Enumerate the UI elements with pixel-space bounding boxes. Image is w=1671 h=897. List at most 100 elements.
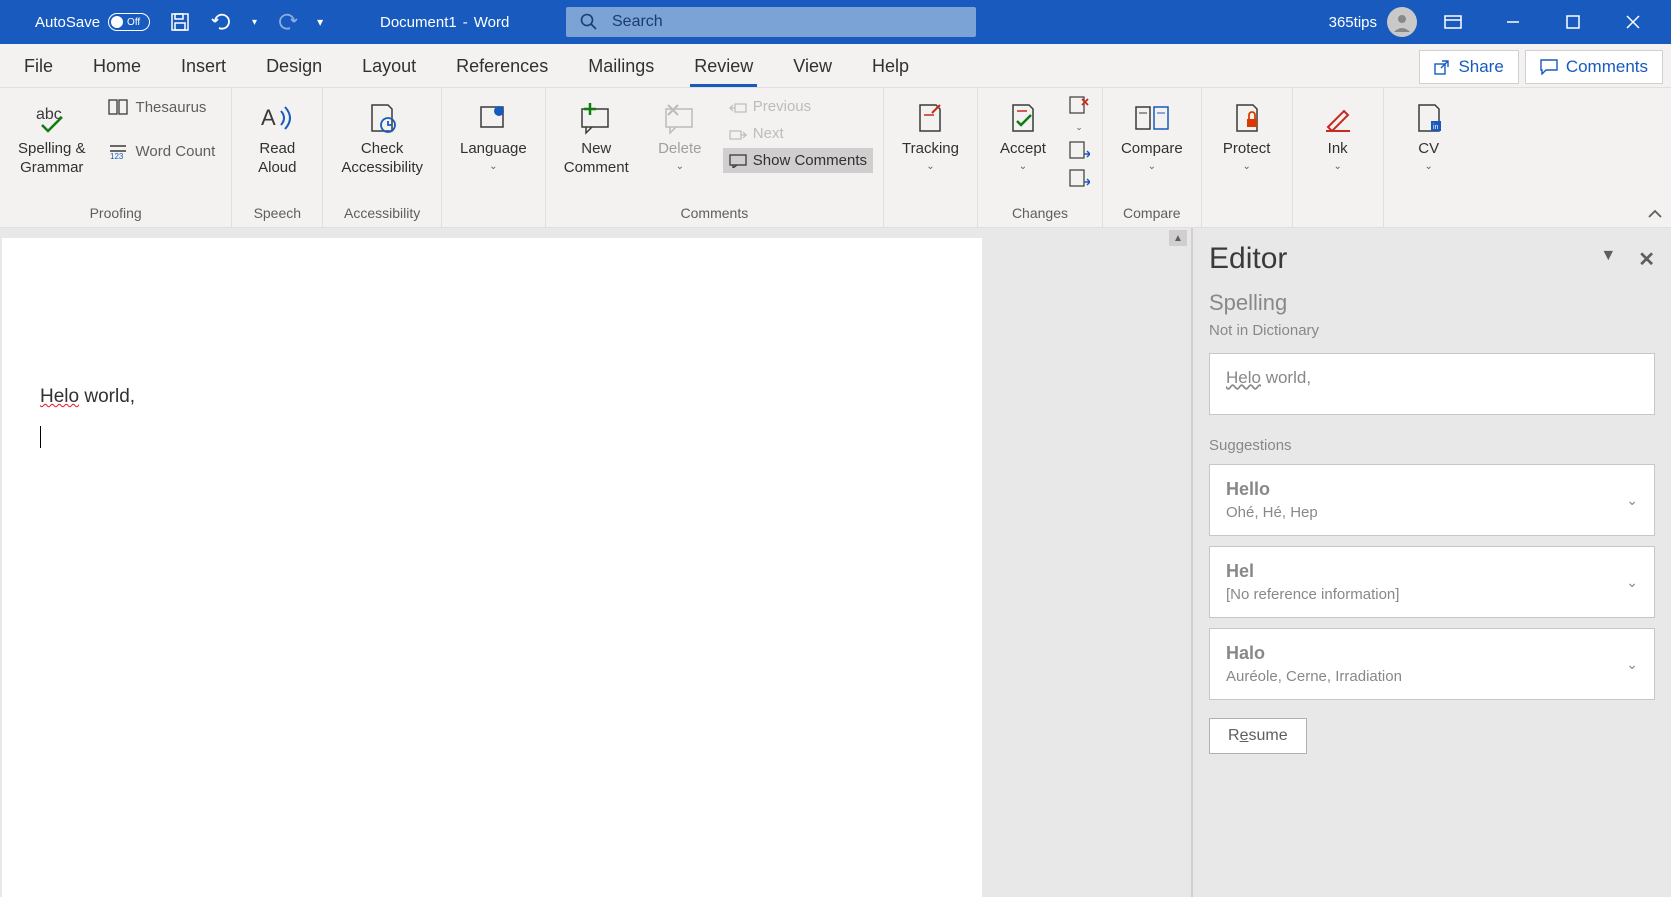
suggestions-label: Suggestions [1209,437,1655,454]
show-comments-icon [729,154,747,168]
compare-button[interactable]: Compare ⌄ [1113,94,1191,176]
save-icon[interactable] [168,10,192,34]
reject-dropdown[interactable]: ⌄ [1066,122,1092,133]
previous-icon [729,100,747,114]
editor-close-button[interactable]: ✕ [1638,247,1655,272]
compare-label: Compare [1121,140,1183,159]
show-comments-button[interactable]: Show Comments [723,148,873,173]
svg-text:A: A [261,105,276,130]
context-error-word: Helo [1226,368,1261,387]
group-cv: in CV ⌄ [1384,88,1474,227]
comments-label: Comments [1566,57,1648,77]
tab-layout[interactable]: Layout [358,48,420,87]
tracking-button[interactable]: Tracking ⌄ [894,94,967,176]
read-aloud-button[interactable]: A Read Aloud [242,94,312,182]
language-button[interactable]: Language ⌄ [452,94,535,176]
autosave-toggle[interactable]: Off [108,13,150,31]
chevron-down-icon: ⌄ [1019,161,1027,172]
chevron-down-icon[interactable]: ⌄ [1626,656,1638,673]
spelling-grammar-button[interactable]: abc Spelling & Grammar [10,94,94,182]
chevron-down-icon[interactable]: ⌄ [1626,492,1638,509]
close-button[interactable] [1609,0,1657,44]
tab-file[interactable]: File [20,48,57,87]
accept-button[interactable]: Accept ⌄ [988,94,1058,176]
maximize-button[interactable] [1549,0,1597,44]
undo-button[interactable] [210,10,234,34]
group-changes: Accept ⌄ ⌄ Changes [978,88,1103,227]
group-label-compare: Compare [1113,201,1191,225]
page[interactable]: Helo world, [2,238,982,897]
qat-customize-icon[interactable]: ▾ [317,15,323,29]
chevron-down-icon[interactable]: ⌄ [1626,574,1638,591]
editor-subcategory: Not in Dictionary [1209,322,1655,339]
previous-comment-button: Previous [723,94,873,119]
tracking-icon [910,98,950,138]
new-comment-button[interactable]: New Comment [556,94,637,182]
editor-pane: Editor ▼ ✕ Spelling Not in Dictionary He… [1191,228,1671,897]
suggestion-item[interactable]: Hello Ohé, Hé, Hep ⌄ [1209,464,1655,536]
check-accessibility-button[interactable]: Check Accessibility [333,94,431,182]
undo-dropdown-icon[interactable]: ▾ [252,17,257,28]
redo-button[interactable] [275,10,299,34]
resume-button[interactable]: Resume [1209,718,1307,754]
protect-button[interactable]: Protect ⌄ [1212,94,1282,176]
share-button[interactable]: Share [1419,50,1518,84]
search-box[interactable]: Search [566,7,976,37]
language-label: Language [460,140,527,159]
ribbon-display-button[interactable] [1429,0,1477,44]
group-proofing: abc Spelling & Grammar Thesaurus 123 Wor… [0,88,232,227]
toggle-knob [111,16,123,28]
doc-text: world, [79,386,135,407]
group-speech: A Read Aloud Speech [232,88,323,227]
suggestion-item[interactable]: Hel [No reference information] ⌄ [1209,546,1655,618]
reject-button[interactable] [1066,94,1092,116]
group-protect: Protect ⌄ [1202,88,1293,227]
svg-text:in: in [1433,124,1439,131]
tab-view[interactable]: View [789,48,836,87]
next-change-button[interactable] [1066,167,1092,189]
read-aloud-label: Read Aloud [258,140,296,178]
editor-options-button[interactable]: ▼ [1600,247,1616,272]
delete-comment-icon [660,98,700,138]
user-account[interactable]: 365tips [1329,7,1417,37]
group-label-language [452,201,535,225]
previous-change-button[interactable] [1066,139,1092,161]
autosave-label: AutoSave [35,14,100,31]
doc-app: Word [474,14,510,31]
tab-mailings[interactable]: Mailings [584,48,658,87]
misspelled-word[interactable]: Helo [40,386,79,407]
new-comment-icon [576,98,616,138]
quick-access-toolbar: ▾ ▾ [168,10,323,34]
editor-context-box: Helo world, [1209,353,1655,415]
comments-button[interactable]: Comments [1525,50,1663,84]
chevron-down-icon: ⌄ [676,161,684,172]
suggestion-item[interactable]: Halo Auréole, Cerne, Irradiation ⌄ [1209,628,1655,700]
thesaurus-label: Thesaurus [136,99,207,116]
cv-label: CV [1418,140,1439,159]
ink-button[interactable]: Ink ⌄ [1303,94,1373,176]
tab-references[interactable]: References [452,48,552,87]
cv-icon: in [1409,98,1449,138]
minimize-button[interactable] [1489,0,1537,44]
autosave-control[interactable]: AutoSave Off [35,13,150,31]
group-label-tracking [894,201,967,225]
tab-review[interactable]: Review [690,48,757,87]
collapse-ribbon-button[interactable] [1647,209,1663,221]
tab-home[interactable]: Home [89,48,145,87]
thesaurus-icon [108,98,130,116]
word-count-button[interactable]: 123 Word Count [102,138,222,164]
scroll-up-button[interactable]: ▲ [1169,230,1187,246]
group-label-cv [1394,201,1464,225]
tab-insert[interactable]: Insert [177,48,230,87]
accept-icon [1003,98,1043,138]
document-line-2[interactable] [40,426,982,449]
context-rest: world, [1261,368,1311,387]
tab-help[interactable]: Help [868,48,913,87]
accessibility-icon [362,98,402,138]
document-line-1[interactable]: Helo world, [40,386,982,408]
tab-design[interactable]: Design [262,48,326,87]
cv-button[interactable]: in CV ⌄ [1394,94,1464,176]
thesaurus-button[interactable]: Thesaurus [102,94,222,120]
suggestion-title: Hello [1226,479,1318,500]
chevron-down-icon: ⌄ [1242,161,1250,172]
